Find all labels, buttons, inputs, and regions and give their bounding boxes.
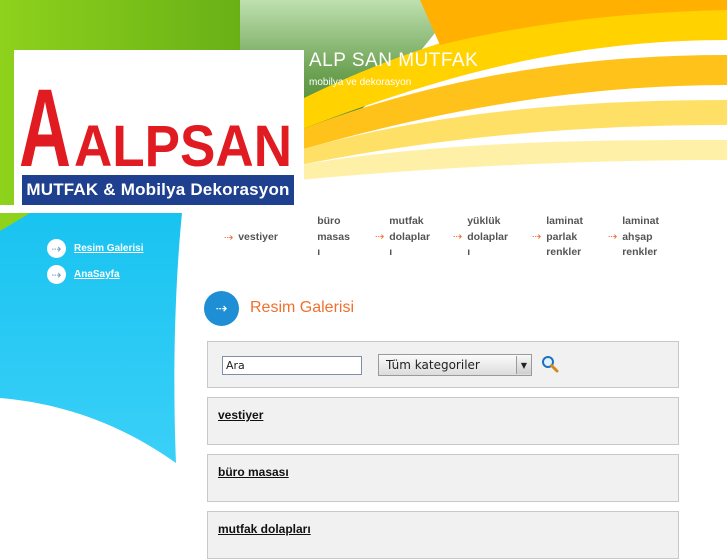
- category-box: mutfak dolapları: [207, 511, 679, 559]
- nav-item-label[interactable]: laminat parlak renkler: [546, 214, 583, 261]
- nav-item-label[interactable]: yüklük dolaplar ı: [467, 214, 508, 261]
- category-box: vestiyer: [207, 397, 679, 445]
- nav-item-label[interactable]: vestiyer: [238, 230, 278, 246]
- arrow-right-icon: ⇢: [453, 230, 463, 243]
- sidebar-item-anasayfa[interactable]: ⇢ AnaSayfa: [47, 265, 120, 284]
- nav-item-laminat-parlak-renkler[interactable]: ⇢ laminat parlak renkler: [532, 214, 583, 261]
- logo-tagline: MUTFAK & Mobilya Dekorasyon: [22, 175, 294, 205]
- arrow-right-icon: ⇢: [224, 231, 234, 244]
- sidebar-item-label[interactable]: AnaSayfa: [74, 269, 120, 280]
- sidebar-item-resim-galerisi[interactable]: ⇢ Resim Galerisi: [47, 239, 143, 258]
- logo[interactable]: A ALPSAN MUTFAK & Mobilya Dekorasyon: [14, 50, 304, 213]
- nav-item-yukluk-dolaplari[interactable]: ⇢ yüklük dolaplar ı: [453, 214, 508, 261]
- arrow-right-icon: ⇢: [47, 239, 66, 258]
- site-subtitle: mobilya ve dekorasyon: [309, 77, 412, 88]
- nav-item-label[interactable]: laminat ahşap renkler: [622, 214, 659, 261]
- page-title: Resim Galerisi: [250, 299, 355, 316]
- category-box: büro masası: [207, 454, 679, 502]
- nav-item-label[interactable]: büro masas ı: [317, 214, 350, 261]
- chevron-down-icon[interactable]: ▼: [516, 356, 531, 374]
- arrow-right-icon: ⇢: [47, 265, 66, 284]
- nav-item-mutfak-dolaplari[interactable]: ⇢ mutfak dolaplar ı: [375, 214, 430, 261]
- sidebar-item-label[interactable]: Resim Galerisi: [74, 243, 143, 254]
- arrow-right-circle-icon: ⇢: [204, 291, 239, 326]
- category-link-buro-masasi[interactable]: büro masası: [218, 465, 289, 479]
- search-input[interactable]: [222, 356, 362, 375]
- magnifier-icon[interactable]: [541, 355, 559, 373]
- logo-wordmark-text: ALPSAN: [74, 114, 292, 175]
- arrow-right-icon: ⇢: [608, 230, 618, 243]
- nav-item-vestiyer[interactable]: ⇢ vestiyer: [224, 230, 278, 246]
- category-select-value: Tüm kategoriler: [386, 358, 480, 372]
- arrow-right-icon: ⇢: [532, 230, 542, 243]
- nav-item-laminat-ahsap-renkler[interactable]: ⇢ laminat ahşap renkler: [608, 214, 659, 261]
- search-panel: Tüm kategoriler ▼: [207, 341, 679, 388]
- nav-item-label[interactable]: mutfak dolaplar ı: [389, 214, 430, 261]
- category-select[interactable]: Tüm kategoriler ▼: [378, 354, 532, 376]
- arrow-right-icon: ⇢: [375, 230, 385, 243]
- category-link-mutfak-dolaplari[interactable]: mutfak dolapları: [218, 522, 311, 536]
- nav-item-buro-masasi[interactable]: ⇢ büromasası: [303, 214, 350, 261]
- logo-big-a: A: [19, 67, 71, 175]
- alpsan-wordmark: A ALPSAN: [19, 67, 292, 175]
- category-link-vestiyer[interactable]: vestiyer: [218, 408, 263, 422]
- site-title: ALP SAN MUTFAK: [309, 50, 479, 71]
